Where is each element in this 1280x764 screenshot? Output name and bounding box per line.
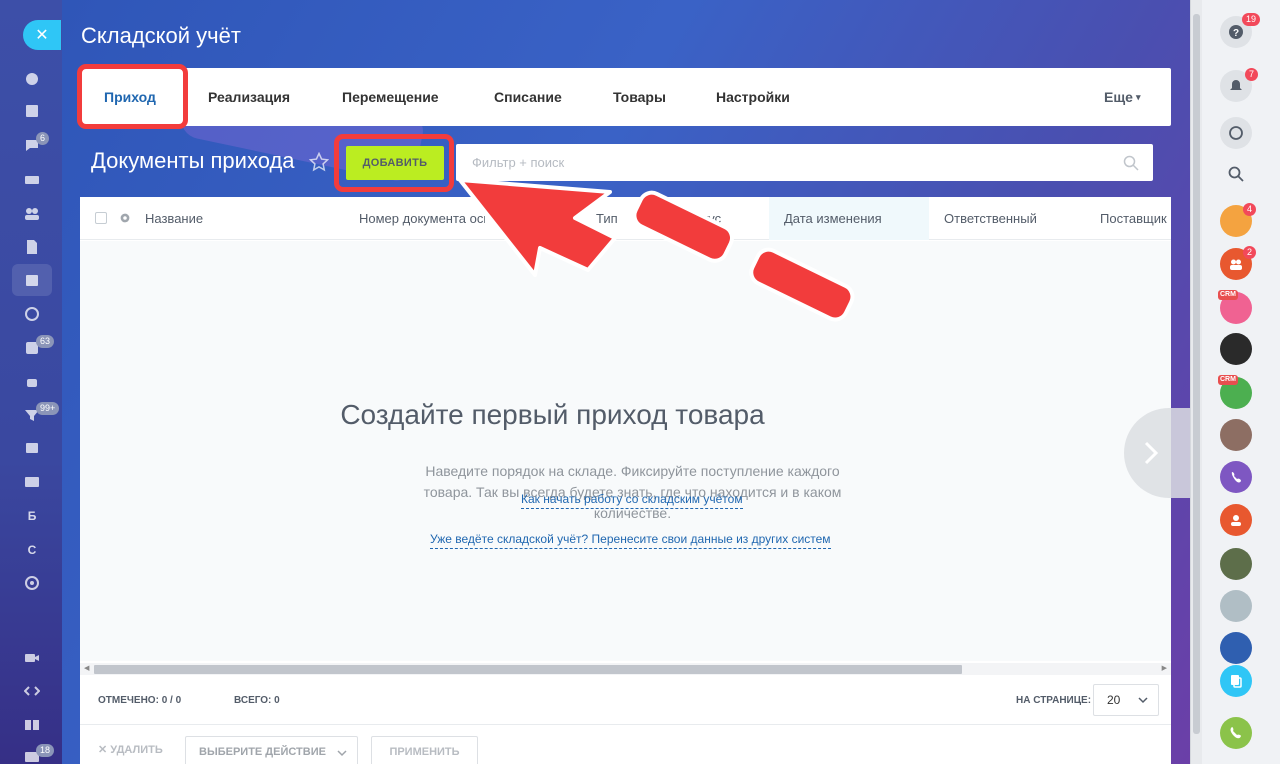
- tabs-bar: Приход Реализация Перемещение Списание Т…: [80, 68, 1171, 126]
- close-icon[interactable]: ✕: [23, 20, 61, 50]
- group-icon[interactable]: [18, 202, 46, 224]
- nav-letter-s[interactable]: С: [18, 539, 46, 561]
- horizontal-scrollbar[interactable]: ◀ ▶: [80, 663, 1171, 675]
- chat-badge: 6: [36, 132, 50, 145]
- search-icon[interactable]: [1123, 155, 1139, 171]
- search-icon[interactable]: [1220, 158, 1252, 190]
- user-chat-icon[interactable]: [1220, 504, 1252, 536]
- delete-button[interactable]: ✕ УДАЛИТЬ: [98, 743, 163, 756]
- tab-products[interactable]: Товары: [613, 68, 666, 126]
- grid-footer: ОТМЕЧЕНО: 0 / 0 ВСЕГО: 0 НА СТРАНИЦЕ: 20: [80, 675, 1171, 725]
- notifications-badge: 7: [1245, 68, 1259, 81]
- chevron-down-icon: ▾: [1135, 91, 1141, 102]
- bitrix-logo-icon[interactable]: [18, 68, 46, 90]
- filter-input[interactable]: [472, 155, 1092, 170]
- action-select[interactable]: ВЫБЕРИТЕ ДЕЙСТВИЕ: [185, 736, 358, 764]
- page-scrollbar[interactable]: [1190, 0, 1202, 764]
- drive-icon[interactable]: [18, 168, 46, 190]
- avatar-user-5[interactable]: [1220, 590, 1252, 622]
- target-icon[interactable]: [18, 572, 46, 594]
- column-doc-number[interactable]: Номер документа основания: [359, 197, 485, 240]
- viber-icon[interactable]: [1220, 461, 1252, 493]
- crm-label-2: CRM: [1218, 375, 1238, 385]
- scroll-right-icon[interactable]: ▶: [1162, 663, 1167, 675]
- chevron-right-icon: [1144, 441, 1158, 465]
- left-sidebar: ✕ 6 63 99+ Б С 18: [0, 0, 62, 764]
- avatar-user-2[interactable]: [1220, 333, 1252, 365]
- robot-icon[interactable]: [18, 371, 46, 393]
- help-badge: 19: [1242, 13, 1261, 26]
- avatar-user-3[interactable]: [1220, 419, 1252, 451]
- page-title: Складской учёт: [81, 23, 241, 48]
- column-supplier[interactable]: Поставщик: [1100, 197, 1171, 240]
- apply-button[interactable]: ПРИМЕНИТЬ: [371, 736, 478, 764]
- star-icon[interactable]: [308, 151, 331, 174]
- chat-bubble-icon[interactable]: [1220, 117, 1252, 149]
- calendar-icon[interactable]: [18, 269, 46, 291]
- crm-label: CRM: [1218, 290, 1238, 300]
- tab-transfer[interactable]: Перемещение: [342, 68, 439, 126]
- tasks-badge: 63: [36, 335, 55, 348]
- window-icon[interactable]: [18, 437, 46, 459]
- documents-grid: Название Номер документа основания Тип С…: [80, 197, 1171, 764]
- filter-search[interactable]: [456, 144, 1153, 181]
- action-panel: ✕ УДАЛИТЬ ВЫБЕРИТЕ ДЕЙСТВИЕ ПРИМЕНИТЬ: [80, 727, 1171, 764]
- migration-link[interactable]: Уже ведёте складской учёт? Перенесите св…: [430, 532, 831, 549]
- book-icon[interactable]: [18, 714, 46, 736]
- group-chat-badge: 2: [1243, 246, 1257, 259]
- tab-highlight-frame: [77, 64, 188, 129]
- empty-title: Создайте первый приход товара: [340, 399, 765, 430]
- tab-sales[interactable]: Реализация: [208, 68, 290, 126]
- nav-letter-b[interactable]: Б: [18, 505, 46, 527]
- tab-writeoff[interactable]: Списание: [494, 68, 562, 126]
- section-title: Документы прихода: [91, 148, 295, 173]
- column-modified-date[interactable]: Дата изменения: [784, 197, 924, 240]
- tab-more[interactable]: Еще ▾: [1104, 68, 1140, 126]
- per-page-label: НА СТРАНИЦЕ:: [1016, 695, 1092, 706]
- tab-settings[interactable]: Настройки: [716, 68, 790, 126]
- per-page-select[interactable]: 20: [1093, 684, 1159, 716]
- column-name[interactable]: Название: [145, 197, 345, 240]
- document-icon[interactable]: [18, 236, 46, 258]
- marked-count: ОТМЕЧЕНО: 0 / 0: [98, 695, 182, 706]
- column-type[interactable]: Тип: [596, 197, 656, 240]
- add-button-highlight-frame: [334, 134, 454, 192]
- help-link[interactable]: Как начать работу со складским учётом: [521, 492, 743, 509]
- grid-header: Название Номер документа основания Тип С…: [80, 197, 1171, 240]
- mail-badge: 18: [36, 744, 55, 757]
- clock-icon[interactable]: [18, 303, 46, 325]
- code-icon[interactable]: [18, 680, 46, 702]
- avatar-user-4[interactable]: [1220, 548, 1252, 580]
- feed-icon[interactable]: [18, 100, 46, 122]
- total-count: ВСЕГО: 0: [234, 695, 280, 706]
- select-all-checkbox[interactable]: [95, 212, 107, 224]
- avatar-1-badge: 4: [1243, 203, 1257, 216]
- chevron-down-icon: [1138, 697, 1148, 704]
- scrollbar-thumb[interactable]: [94, 665, 962, 674]
- grid-empty-state: Создайте первый приход товара Наведите п…: [80, 241, 1171, 661]
- copy-icon[interactable]: [1220, 665, 1252, 697]
- column-responsible[interactable]: Ответственный: [944, 197, 1084, 240]
- gear-icon[interactable]: [118, 211, 132, 225]
- column-status[interactable]: Статус: [680, 197, 760, 240]
- video-icon[interactable]: [18, 647, 46, 669]
- contact-card-icon[interactable]: [18, 471, 46, 493]
- svg-text:?: ?: [1233, 28, 1239, 39]
- scroll-left-icon[interactable]: ◀: [84, 663, 89, 675]
- page-scrollbar-thumb[interactable]: [1193, 14, 1200, 734]
- phone-icon[interactable]: [1220, 717, 1252, 749]
- open-lines-icon[interactable]: [1220, 632, 1252, 664]
- chevron-down-icon: [337, 750, 347, 757]
